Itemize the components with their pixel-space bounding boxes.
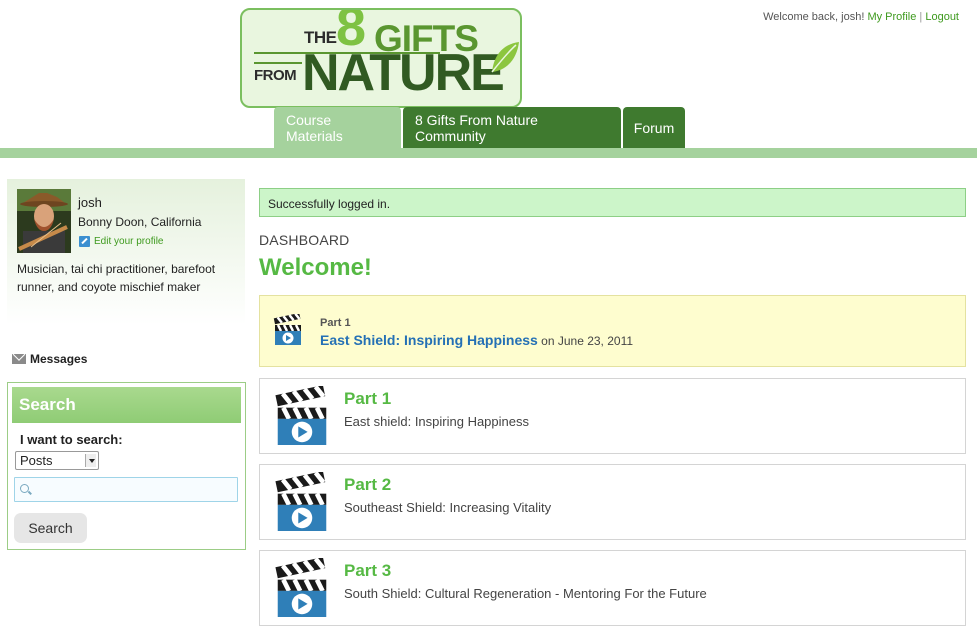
messages-link[interactable]: Messages <box>12 352 87 366</box>
welcome-text: Welcome back, josh! <box>763 11 865 23</box>
edit-profile-label: Edit your profile <box>94 236 164 247</box>
site-logo[interactable]: THE 8 GIFTS FROM NATURE <box>240 8 522 108</box>
profile-name[interactable]: josh <box>78 195 102 210</box>
search-type-select[interactable]: Posts <box>15 451 99 470</box>
logo-text-from: FROM <box>254 67 297 84</box>
main-nav: Course Materials 8 Gifts From Nature Com… <box>274 107 685 148</box>
edit-profile-link[interactable]: Edit your profile <box>79 236 163 247</box>
nav-bar-stripe <box>0 148 977 158</box>
lesson-item[interactable]: Part 2 Southeast Shield: Increasing Vita… <box>259 464 966 540</box>
search-button[interactable]: Search <box>14 513 87 543</box>
clapperboard-play-icon <box>275 386 327 445</box>
my-profile-link[interactable]: My Profile <box>867 11 916 23</box>
featured-lesson: Part 1 East Shield: Inspiring Happiness … <box>259 295 966 367</box>
link-separator: | <box>919 11 923 23</box>
avatar[interactable] <box>17 189 71 253</box>
lesson-title[interactable]: Part 1 <box>344 389 391 409</box>
flash-message: Successfully logged in. <box>259 188 966 217</box>
avatar-image <box>17 189 71 253</box>
lesson-description: East shield: Inspiring Happiness <box>344 414 529 429</box>
search-type-label: I want to search: <box>20 432 123 447</box>
page-title: Welcome! <box>259 254 372 281</box>
featured-line: East Shield: Inspiring Happiness on June… <box>320 332 633 348</box>
search-type-selected: Posts <box>20 453 53 468</box>
logo-text-nature: NATURE <box>302 44 505 102</box>
profile-card: josh Bonny Doon, California Edit your pr… <box>7 179 245 325</box>
leaf-icon <box>491 42 519 73</box>
envelope-icon <box>12 354 26 364</box>
search-input[interactable] <box>14 477 238 502</box>
tab-course-materials[interactable]: Course Materials <box>274 107 401 148</box>
logout-link[interactable]: Logout <box>925 11 959 23</box>
lesson-title[interactable]: Part 2 <box>344 475 391 495</box>
tab-forum[interactable]: Forum <box>623 107 685 148</box>
pencil-icon <box>79 236 90 247</box>
section-label: DASHBOARD <box>259 232 350 248</box>
lesson-description: South Shield: Cultural Regeneration - Me… <box>344 586 707 601</box>
chevron-down-icon <box>85 454 96 467</box>
messages-label: Messages <box>30 352 88 366</box>
user-links: Welcome back, josh! My Profile | Logout <box>763 11 959 23</box>
featured-lesson-link[interactable]: East Shield: Inspiring Happiness <box>320 332 538 348</box>
lesson-item[interactable]: Part 3 South Shield: Cultural Regenerati… <box>259 550 966 626</box>
logo-rule <box>254 62 302 64</box>
search-icon <box>20 484 29 493</box>
featured-date: on June 23, 2011 <box>537 334 634 348</box>
tab-community[interactable]: 8 Gifts From Nature Community <box>403 107 621 148</box>
profile-location: Bonny Doon, California <box>78 215 202 229</box>
lesson-item[interactable]: Part 1 East shield: Inspiring Happiness <box>259 378 966 454</box>
featured-part: Part 1 <box>320 317 351 329</box>
profile-bio: Musician, tai chi practitioner, barefoot… <box>17 262 216 294</box>
search-widget: Search I want to search: Posts Search <box>7 382 246 550</box>
clapperboard-play-icon <box>275 472 327 531</box>
clapperboard-play-icon <box>275 558 327 617</box>
search-heading: Search <box>12 387 241 423</box>
lesson-title[interactable]: Part 3 <box>344 561 391 581</box>
lesson-description: Southeast Shield: Increasing Vitality <box>344 500 552 515</box>
clapperboard-play-icon <box>273 314 301 345</box>
